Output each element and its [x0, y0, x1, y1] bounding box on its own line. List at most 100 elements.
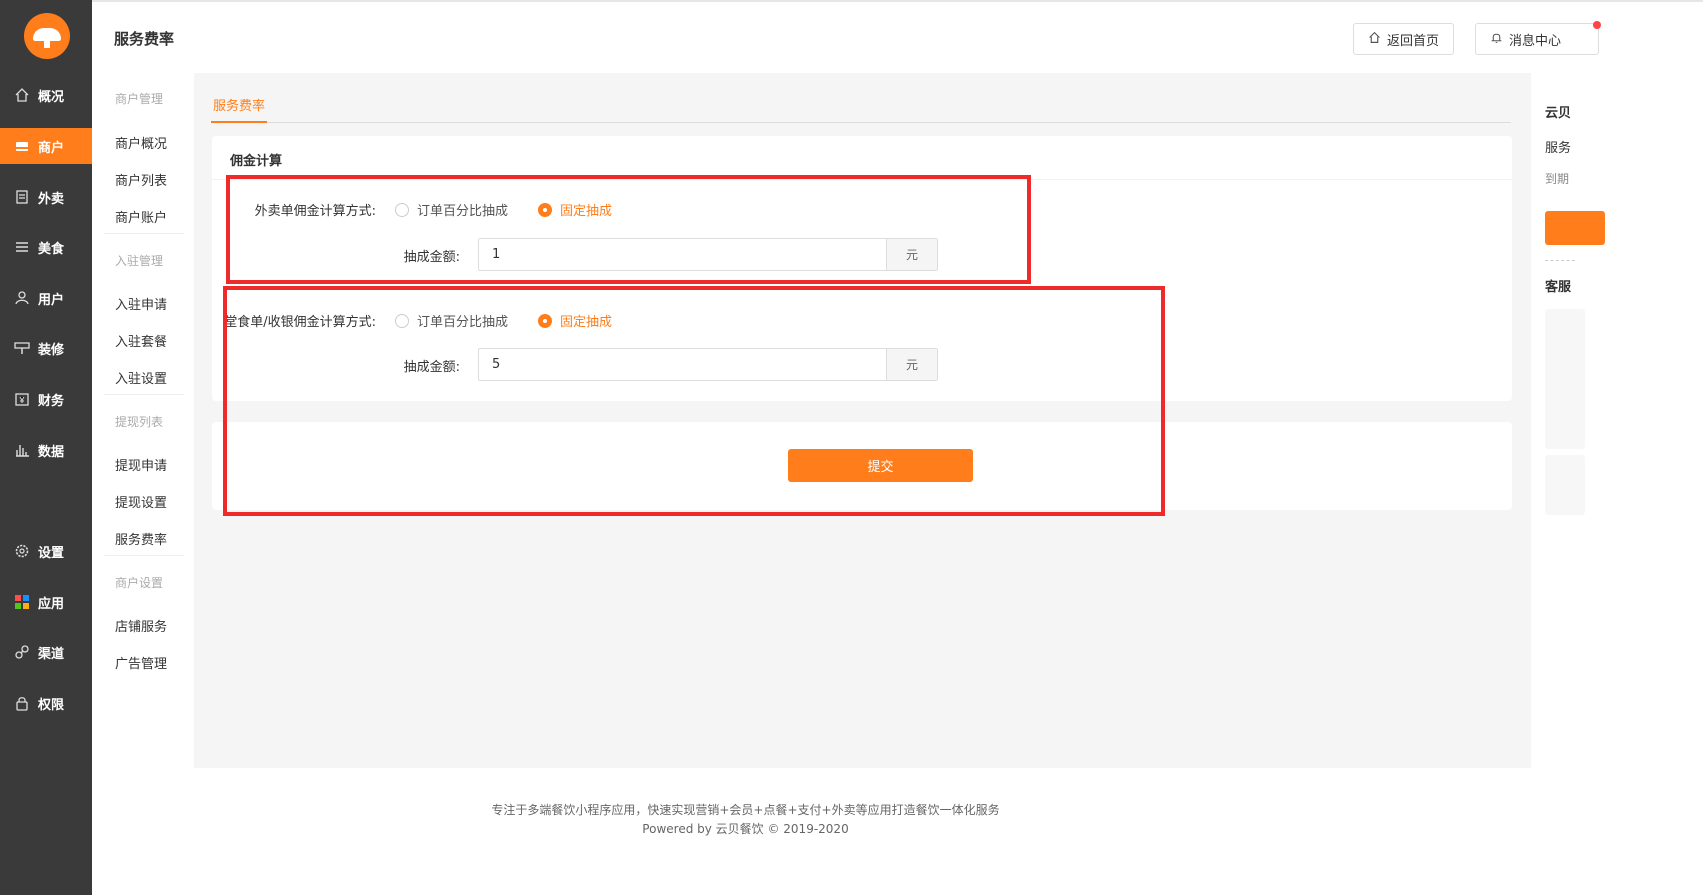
main-sidebar: 概况 商户 外卖 美食 用户 装修 财务 数据 设置 应用 渠道 权限	[0, 0, 92, 895]
bar-chart-icon	[14, 442, 30, 458]
panel-service-title: 客服	[1545, 280, 1572, 295]
right-info-panel: 云贝 服务 到期 客服	[1531, 73, 1703, 895]
submenu-group-title: 入驻管理	[115, 254, 164, 268]
sidebar-item-label: 装修	[38, 342, 65, 358]
takeout-amount-input[interactable]	[479, 239, 886, 270]
submit-card: 提交	[212, 422, 1512, 510]
dinein-amount-label: 抽成金额:	[403, 360, 460, 375]
message-center-button[interactable]: 消息中心	[1475, 21, 1601, 55]
submenu-item-merchant-list[interactable]: 商户列表	[115, 170, 167, 189]
takeout-amount-group: 元	[478, 238, 938, 271]
back-home-label: 返回首页	[1387, 33, 1440, 49]
takeout-fixed-radio[interactable]: 固定抽成	[538, 200, 612, 219]
panel-service-card[interactable]	[1545, 455, 1585, 515]
commission-card: 佣金计算 外卖单佣金计算方式: 订单百分比抽成 固定抽成 抽成金额: 元 堂食单…	[212, 136, 1512, 401]
takeout-percent-radio[interactable]: 订单百分比抽成	[395, 200, 508, 219]
gear-icon	[14, 543, 30, 559]
submenu-item-store-service[interactable]: 店铺服务	[115, 616, 167, 635]
sidebar-item-channel[interactable]: 渠道	[0, 634, 92, 670]
dinein-amount-input[interactable]	[479, 349, 886, 380]
paint-roller-icon	[14, 340, 30, 356]
submenu-group-title: 提现列表	[115, 415, 164, 429]
sidebar-item-decoration[interactable]: 装修	[0, 330, 92, 366]
sidebar-item-finance[interactable]: 财务	[0, 381, 92, 417]
sidebar-item-label: 数据	[38, 444, 65, 460]
bell-icon	[1490, 31, 1503, 48]
submenu-divider	[104, 555, 184, 556]
sidebar-item-data[interactable]: 数据	[0, 432, 92, 468]
dinein-fixed-radio[interactable]: 固定抽成	[538, 311, 612, 330]
submenu-item-withdraw-settings[interactable]: 提现设置	[115, 492, 167, 511]
sidebar-item-takeout[interactable]: 外卖	[0, 179, 92, 215]
panel-divider	[1545, 260, 1575, 261]
submenu-divider	[104, 233, 184, 234]
submenu-divider	[104, 394, 184, 395]
secondary-menu: 商户管理 商户概况 商户列表 商户账户 入驻管理 入驻申请 入驻套餐 入驻设置 …	[92, 73, 194, 895]
store-icon	[14, 138, 30, 154]
submenu-item-withdraw-apply[interactable]: 提现申请	[115, 455, 167, 474]
apps-grid-icon	[14, 594, 30, 610]
link-icon	[14, 644, 30, 660]
home-icon	[1368, 31, 1381, 48]
sidebar-item-label: 应用	[38, 596, 65, 612]
tab-bar: 服务费率	[211, 95, 1511, 123]
takeout-amount-label: 抽成金额:	[403, 250, 460, 265]
takeout-method-label: 外卖单佣金计算方式:	[254, 204, 376, 219]
wallet-icon	[14, 391, 30, 407]
sidebar-item-permission[interactable]: 权限	[0, 685, 92, 721]
back-home-button[interactable]: 返回首页	[1353, 23, 1455, 55]
document-icon	[14, 189, 30, 205]
footer-text: 专注于多端餐饮小程序应用，快速实现营销+会员+点餐+支付+外卖等应用打造餐饮一体…	[491, 803, 1000, 817]
user-icon	[14, 290, 30, 306]
submenu-group-title: 商户设置	[115, 576, 164, 590]
footer: 专注于多端餐饮小程序应用，快速实现营销+会员+点餐+支付+外卖等应用打造餐饮一体…	[194, 768, 1531, 895]
sidebar-item-label: 美食	[38, 241, 65, 257]
dinein-method-label: 堂食单/收银佣金计算方式:	[224, 315, 376, 330]
radio-label: 固定抽成	[560, 315, 613, 330]
notification-dot	[1593, 21, 1601, 29]
sidebar-item-label: 财务	[38, 393, 65, 409]
submenu-item-settle-settings[interactable]: 入驻设置	[115, 368, 167, 387]
panel-expire-text: 到期	[1545, 172, 1570, 186]
footer-copyright: Powered by 云贝餐饮 © 2019-2020	[642, 822, 849, 836]
sidebar-item-settings[interactable]: 设置	[0, 533, 92, 569]
panel-service-text: 服务	[1545, 141, 1572, 156]
sidebar-item-label: 用户	[38, 292, 65, 308]
sidebar-item-label: 商户	[38, 140, 65, 156]
submit-button[interactable]: 提交	[788, 449, 973, 482]
message-center-label: 消息中心	[1509, 33, 1562, 49]
sidebar-item-apps[interactable]: 应用	[0, 584, 92, 620]
card-title: 佣金计算	[230, 154, 283, 169]
menu-icon	[14, 239, 30, 255]
radio-label: 订单百分比抽成	[417, 204, 509, 219]
sidebar-item-label: 渠道	[38, 646, 65, 662]
tab-service-rate[interactable]: 服务费率	[211, 95, 268, 123]
radio-label: 固定抽成	[560, 204, 613, 219]
panel-service-card[interactable]	[1545, 309, 1585, 449]
unit-addon: 元	[886, 349, 937, 380]
submenu-item-merchant-overview[interactable]: 商户概况	[115, 133, 167, 152]
sidebar-item-label: 外卖	[38, 191, 65, 207]
dinein-amount-group: 元	[478, 348, 938, 381]
mushroom-logo-icon[interactable]	[24, 13, 70, 59]
sidebar-item-label: 概况	[38, 89, 65, 105]
lock-icon	[14, 695, 30, 711]
page-title: 服务费率	[114, 30, 175, 48]
sidebar-item-user[interactable]: 用户	[0, 280, 92, 316]
sidebar-item-food[interactable]: 美食	[0, 229, 92, 265]
submenu-item-settle-apply[interactable]: 入驻申请	[115, 294, 167, 313]
sidebar-item-label: 设置	[38, 545, 65, 561]
sidebar-item-overview[interactable]: 概况	[0, 77, 92, 113]
submenu-group-title: 商户管理	[115, 92, 164, 106]
radio-label: 订单百分比抽成	[417, 315, 509, 330]
submenu-item-merchant-account[interactable]: 商户账户	[115, 207, 167, 226]
sidebar-item-merchant[interactable]: 商户	[0, 128, 92, 164]
submenu-item-service-rate[interactable]: 服务费率	[115, 529, 167, 548]
main-content: 服务费率 佣金计算 外卖单佣金计算方式: 订单百分比抽成 固定抽成 抽成金额: …	[194, 73, 1531, 768]
panel-title: 云贝	[1545, 106, 1572, 121]
unit-addon: 元	[886, 239, 937, 270]
submenu-item-settle-package[interactable]: 入驻套餐	[115, 331, 167, 350]
dinein-percent-radio[interactable]: 订单百分比抽成	[395, 311, 508, 330]
panel-action-button[interactable]	[1545, 211, 1605, 245]
submenu-item-ad-management[interactable]: 广告管理	[115, 653, 167, 672]
